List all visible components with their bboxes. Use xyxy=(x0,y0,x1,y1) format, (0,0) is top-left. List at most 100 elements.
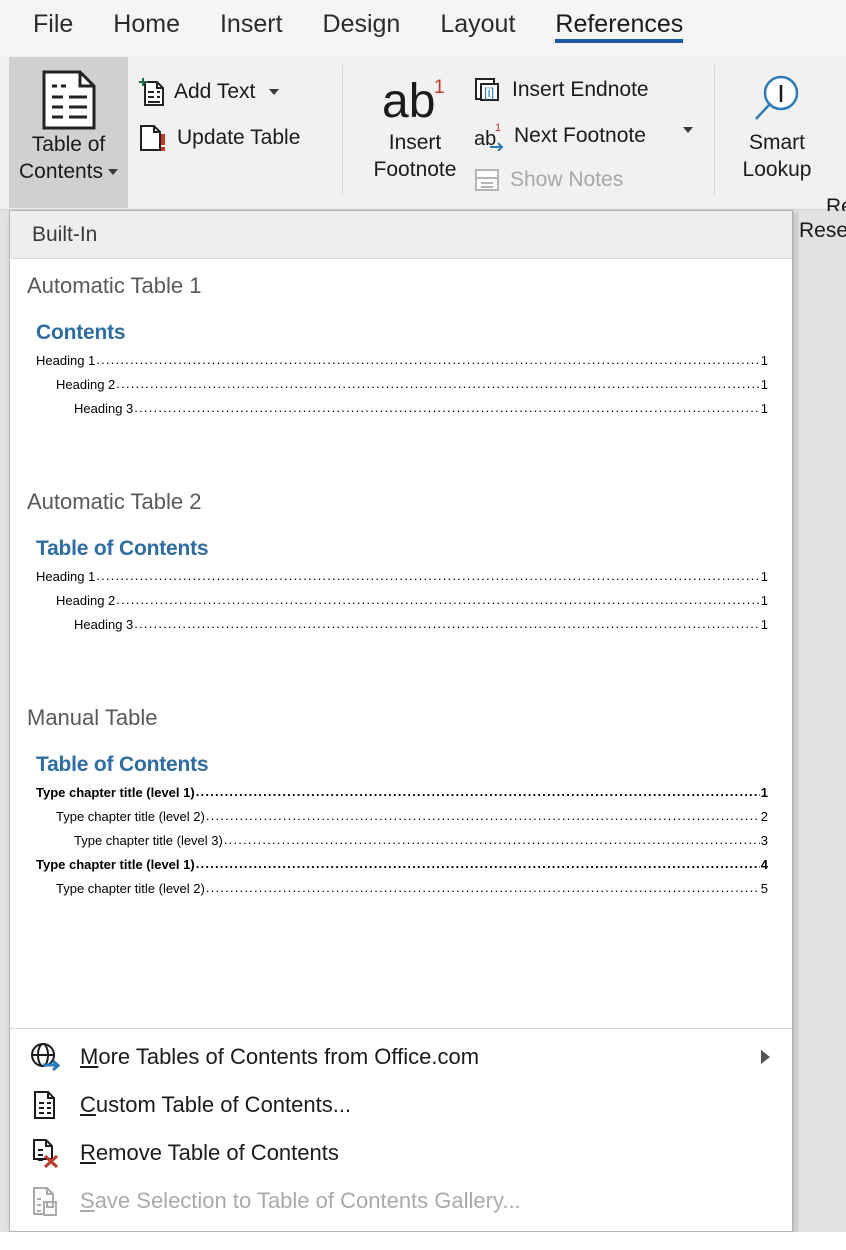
gallery-item-preview: Table of Contents Type chapter title (le… xyxy=(10,731,792,901)
table-of-contents-button[interactable]: Table of Contents xyxy=(9,57,128,208)
toc-entry-text: Heading 3 xyxy=(74,617,134,632)
update-table-button[interactable]: Update Table xyxy=(138,123,300,153)
gallery-item-automatic-table-2[interactable]: Automatic Table 2 Table of Contents Head… xyxy=(10,475,792,691)
svg-text:[i]: [i] xyxy=(484,85,494,100)
insert-footnote-icon: ab 1 xyxy=(380,73,450,129)
ribbon-tab-bar: File Home Insert Design Layout Reference… xyxy=(0,0,846,55)
gallery-item-manual-table[interactable]: Manual Table Table of Contents Type chap… xyxy=(10,691,792,901)
next-footnote-button[interactable]: ab 1 Next Footnote xyxy=(473,121,646,151)
toc-entry: Heading 3 ..............................… xyxy=(36,397,768,421)
add-text-chevron-down-icon[interactable] xyxy=(269,89,280,95)
dropdown-menu-commands: More Tables of Contents from Office.com xyxy=(10,1029,792,1231)
tab-file[interactable]: File xyxy=(33,0,73,43)
tab-insert[interactable]: Insert xyxy=(220,0,283,43)
insert-footnote-button[interactable]: ab 1 Insert Footnote xyxy=(370,73,460,183)
show-notes-button: Show Notes xyxy=(473,167,623,193)
svg-text:1: 1 xyxy=(495,122,501,134)
toc-entry-text: Type chapter title (level 1) xyxy=(36,857,195,872)
tab-design-label: Design xyxy=(322,10,401,38)
toc-entry-page: 1 xyxy=(760,617,768,632)
toc-leader-dots: ........................................… xyxy=(205,880,760,895)
smart-lookup-button[interactable]: Smart Lookup xyxy=(733,73,821,183)
group-separator-2 xyxy=(714,65,715,195)
research-pane-clipped-label: Resea xyxy=(799,219,846,242)
menu-item-more-tables-from-office-com[interactable]: More Tables of Contents from Office.com xyxy=(10,1033,792,1081)
toc-leader-dots: ........................................… xyxy=(96,568,759,583)
toc-leader-dots: ........................................… xyxy=(116,376,760,391)
research-task-pane-sliver xyxy=(797,211,846,1250)
update-table-icon xyxy=(138,123,168,153)
toc-entry-text: Type chapter title (level 2) xyxy=(56,809,205,824)
tab-home[interactable]: Home xyxy=(113,0,180,43)
toc-entry-text: Heading 3 xyxy=(74,401,134,416)
tab-design[interactable]: Design xyxy=(323,0,401,43)
add-text-icon xyxy=(138,77,165,107)
toc-leader-dots: ........................................… xyxy=(134,400,760,415)
toc-entry-text: Heading 1 xyxy=(36,353,96,368)
show-notes-label: Show Notes xyxy=(510,168,624,191)
toc-entry-page: 3 xyxy=(760,833,768,848)
menu-item-label: Remove Table of Contents xyxy=(80,1140,339,1165)
group-separator-1 xyxy=(342,65,343,195)
gallery-item-spacer xyxy=(10,637,792,691)
menu-item-custom-table-of-contents[interactable]: Custom Table of Contents... xyxy=(10,1081,792,1129)
smart-lookup-label-line2: Lookup xyxy=(742,158,812,181)
toc-entry-page: 4 xyxy=(760,857,768,872)
toc-entry-page: 1 xyxy=(760,377,768,392)
bottom-filler xyxy=(0,1232,846,1250)
insert-endnote-button[interactable]: [i] Insert Endnote xyxy=(473,75,649,105)
toc-leader-dots: ........................................… xyxy=(223,832,760,847)
add-text-label: Add Text xyxy=(174,80,256,103)
toc-leader-dots: ........................................… xyxy=(116,592,760,607)
gallery-item-automatic-table-1[interactable]: Automatic Table 1 Contents Heading 1 ...… xyxy=(10,259,792,475)
smart-lookup-icon xyxy=(748,73,806,129)
gallery-item-title: Manual Table xyxy=(27,705,158,730)
tab-layout[interactable]: Layout xyxy=(440,0,515,43)
smart-lookup-label-line1: Smart xyxy=(748,131,805,154)
toc-entry-text: Heading 2 xyxy=(56,377,116,392)
tab-references[interactable]: References xyxy=(555,0,684,43)
toc-entry-text: Heading 1 xyxy=(36,569,96,584)
toc-leader-dots: ........................................… xyxy=(134,616,760,631)
menu-item-remove-table-of-contents[interactable]: Remove Table of Contents xyxy=(10,1129,792,1177)
table-of-contents-dropdown: Built-In Automatic Table 1 Contents Head… xyxy=(9,210,793,1232)
next-footnote-dropdown[interactable] xyxy=(678,127,693,133)
preview-heading: Contents xyxy=(36,321,126,344)
toc-entry-page: 1 xyxy=(760,785,768,800)
accelerator-key: S xyxy=(80,1188,95,1213)
custom-table-of-contents-icon xyxy=(28,1089,60,1121)
menu-item-label: More Tables of Contents from Office.com xyxy=(80,1044,480,1069)
toc-entry-page: 5 xyxy=(760,881,768,896)
accelerator-key: R xyxy=(80,1140,96,1165)
next-footnote-icon: ab 1 xyxy=(473,121,505,151)
tab-file-label: File xyxy=(33,10,74,38)
toc-entry: Type chapter title (level 1) ...........… xyxy=(36,781,768,805)
add-text-button[interactable]: Add Text xyxy=(138,77,280,107)
submenu-arrow-icon xyxy=(761,1050,770,1064)
table-of-contents-gallery: Automatic Table 1 Contents Heading 1 ...… xyxy=(10,259,792,1029)
toc-entry: Heading 1 ..............................… xyxy=(36,565,768,589)
toc-entry: Type chapter title (level 1) ...........… xyxy=(36,853,768,877)
preview-heading: Table of Contents xyxy=(36,753,209,776)
insert-footnote-label-line2: Footnote xyxy=(373,158,457,181)
toc-leader-dots: ........................................… xyxy=(96,352,759,367)
tab-insert-label: Insert xyxy=(219,10,283,38)
ribbon-body: Table of Contents Add Text Update Table … xyxy=(0,55,846,218)
toc-entry-page: 2 xyxy=(760,809,768,824)
update-table-label: Update Table xyxy=(177,126,301,149)
insert-endnote-label: Insert Endnote xyxy=(512,78,649,101)
chevron-down-icon[interactable] xyxy=(108,169,119,176)
toc-entry: Type chapter title (level 2) ...........… xyxy=(36,805,768,829)
remove-table-of-contents-icon xyxy=(28,1137,60,1169)
accelerator-key: C xyxy=(80,1092,96,1117)
tab-layout-label: Layout xyxy=(440,10,516,38)
toc-entry-page: 1 xyxy=(760,353,768,368)
word-references-ribbon-screen: File Home Insert Design Layout Reference… xyxy=(0,0,846,1250)
next-footnote-chevron-down-icon[interactable] xyxy=(683,127,693,133)
svg-text:ab: ab xyxy=(382,75,435,128)
accelerator-key: M xyxy=(80,1044,99,1069)
table-of-contents-button-label-line1: Table of xyxy=(31,133,106,156)
tab-home-label: Home xyxy=(113,10,180,38)
table-of-contents-button-label-line2: Contents xyxy=(19,158,119,185)
toc-entry: Heading 2 ..............................… xyxy=(36,373,768,397)
